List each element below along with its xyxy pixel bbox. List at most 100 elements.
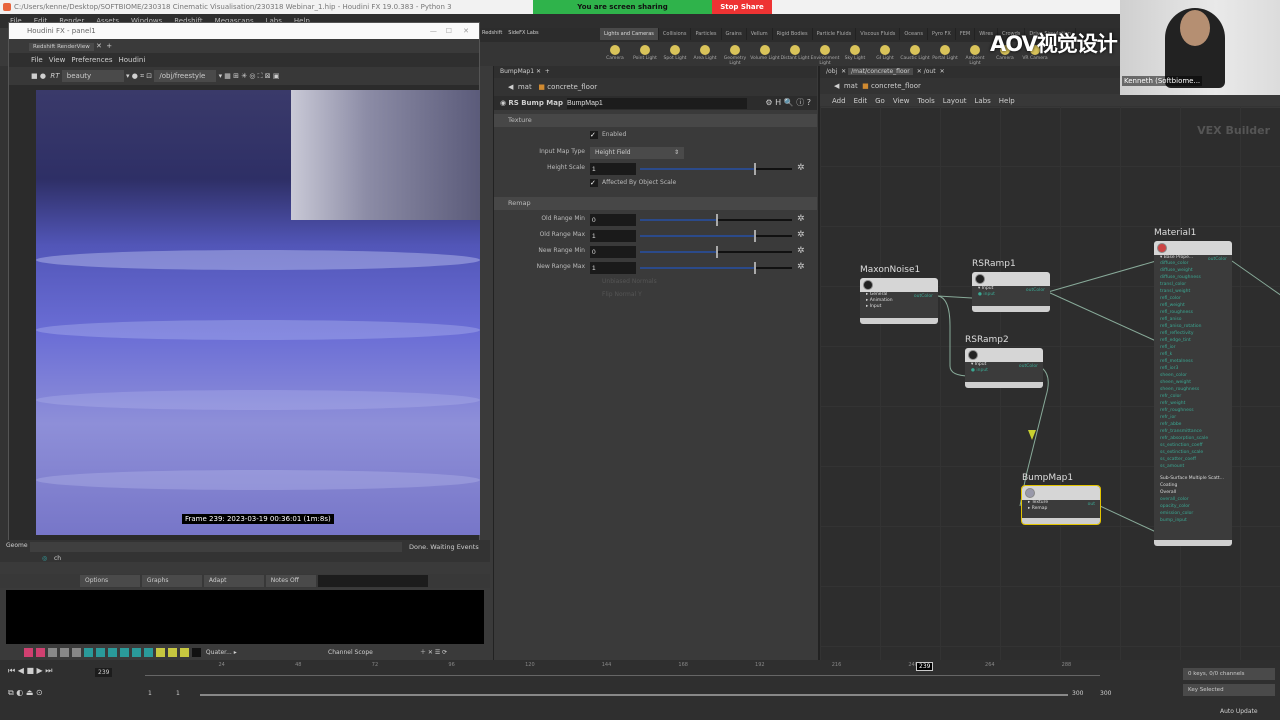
tab-bumpmap1[interactable]: BumpMap1 <box>500 68 534 75</box>
shelf-tool[interactable]: Environment Light <box>810 42 840 66</box>
material-input-port[interactable]: refr_color <box>1154 393 1232 400</box>
channel-swatch[interactable] <box>60 648 69 657</box>
input-map-type-dropdown[interactable]: Height Field ⇕ <box>590 147 684 159</box>
shelf-tab[interactable]: Pyro FX <box>928 28 956 40</box>
channel-swatch[interactable] <box>36 648 45 657</box>
material-input-port[interactable]: sheen_weight <box>1154 379 1232 386</box>
material-input-port[interactable]: refr_transmittance <box>1154 428 1232 435</box>
menu-item[interactable]: Houdini <box>119 56 146 64</box>
channel-swatch[interactable] <box>120 648 129 657</box>
node-maxonnoise1[interactable]: MaxonNoise1 ▸ General ▸ Animation ▸ Inpu… <box>860 265 938 324</box>
channel-swatch[interactable] <box>168 648 177 657</box>
menu-item[interactable]: File <box>31 56 43 64</box>
slider-knob[interactable] <box>716 246 718 258</box>
shelf-tab[interactable]: SideFX Labs <box>508 30 538 36</box>
shelf-tool[interactable]: Spot Light <box>660 42 690 61</box>
material-input-port[interactable]: refl_ior3 <box>1154 365 1232 372</box>
material-input-port[interactable]: ss_amount <box>1154 463 1232 470</box>
material-input-port[interactable]: sheen_roughness <box>1154 386 1232 393</box>
param-field[interactable] <box>590 214 636 226</box>
port-outcolor[interactable]: outColor <box>1026 288 1045 293</box>
playback-options[interactable]: ⧉ ◐ ⏏ ⊙ <box>8 688 43 698</box>
shelf-tool[interactable]: Geometry Light <box>720 42 750 66</box>
shelf-tool[interactable]: Area Light <box>690 42 720 61</box>
channel-swatch[interactable] <box>108 648 117 657</box>
stop-share-button[interactable]: Stop Share <box>712 0 772 14</box>
height-scale-field[interactable] <box>590 163 636 175</box>
material-input-port[interactable]: refl_k <box>1154 351 1232 358</box>
auto-update-toggle[interactable]: Auto Update <box>1220 708 1258 715</box>
material-input-port[interactable]: refl_ior <box>1154 344 1232 351</box>
command-field[interactable]: ch <box>54 555 61 562</box>
slider-knob[interactable] <box>754 262 756 274</box>
affected-by-object-scale-checkbox[interactable]: ✓ <box>590 179 598 187</box>
material-input-port[interactable]: refl_metalness <box>1154 358 1232 365</box>
gear-icon[interactable]: ✲ <box>797 214 805 224</box>
quaternion-menu[interactable]: Quater... <box>206 649 232 656</box>
material-input-port[interactable]: opacity_color <box>1154 503 1232 510</box>
material-input-port[interactable]: overall_color <box>1154 496 1232 503</box>
param-field[interactable] <box>590 262 636 274</box>
shelf-tool[interactable]: Caustic Light <box>900 42 930 61</box>
param-field[interactable] <box>590 230 636 242</box>
material-input-port[interactable]: sheen_color <box>1154 372 1232 379</box>
material-input-port[interactable]: refr_abbe <box>1154 421 1232 428</box>
shelf-tab[interactable]: Grains <box>722 28 747 40</box>
adapt-dropdown[interactable]: Adapt <box>203 574 264 587</box>
channel-swatch[interactable] <box>72 648 81 657</box>
slider-knob[interactable] <box>716 214 718 226</box>
node-name-input[interactable] <box>566 98 747 109</box>
shelf-tool[interactable]: Ambient Light <box>960 42 990 66</box>
material-input-port[interactable]: ss_scatter_coeff <box>1154 456 1232 463</box>
path-mat[interactable]: mat <box>518 83 532 91</box>
port-outcolor[interactable]: outColor <box>1208 257 1227 262</box>
port-out[interactable]: out <box>1088 502 1095 507</box>
rt-toggle[interactable]: RT <box>50 72 59 80</box>
shelf-tab[interactable]: Lights and Cameras <box>600 28 659 40</box>
channel-filter-input[interactable] <box>317 574 428 587</box>
menu-item[interactable]: Preferences <box>71 56 112 64</box>
material-input-port[interactable]: transl_color <box>1154 281 1232 288</box>
texture-section[interactable]: Texture <box>494 114 817 127</box>
material-input-port[interactable]: ss_extinction_coeff <box>1154 442 1232 449</box>
aov-dropdown[interactable]: beauty <box>61 70 124 82</box>
keys-dropdown[interactable]: 0 keys, 0/0 channels <box>1183 668 1275 680</box>
gear-icon[interactable]: ✲ <box>797 163 805 173</box>
key-selected-dropdown[interactable]: Key Selected <box>1183 684 1275 696</box>
shelf-tab[interactable]: Viscous Fluids <box>856 28 901 40</box>
shelf-tab[interactable]: Particles <box>691 28 722 40</box>
current-frame-field[interactable]: 239 <box>95 668 113 677</box>
shelf-tool[interactable]: Volume Light <box>750 42 780 61</box>
height-scale-slider[interactable] <box>640 163 792 175</box>
enabled-checkbox[interactable]: ✓ <box>590 131 598 139</box>
channel-swatch[interactable] <box>144 648 153 657</box>
material-input-port[interactable]: diffuse_weight <box>1154 267 1232 274</box>
material-input-port[interactable]: refr_ior <box>1154 414 1232 421</box>
shelf-tab[interactable]: FEM <box>956 28 976 40</box>
path-concrete-floor[interactable]: concrete_floor <box>547 83 597 91</box>
material-input-port[interactable]: ss_extinction_scale <box>1154 449 1232 456</box>
node-material1[interactable]: Material1 ▾ Base Prope... outColor diffu… <box>1154 228 1232 546</box>
channel-swatch[interactable] <box>132 648 141 657</box>
material-input-port[interactable]: refr_weight <box>1154 400 1232 407</box>
slider-knob[interactable] <box>754 230 756 242</box>
shelf-tool[interactable]: Portal Light <box>930 42 960 61</box>
shelf-tab[interactable]: Oceans <box>900 28 928 40</box>
slider-knob[interactable] <box>754 163 756 175</box>
material-input-port[interactable]: refl_aniso_rotation <box>1154 323 1232 330</box>
shelf-tool[interactable]: GI Light <box>870 42 900 61</box>
gear-icon[interactable]: ✲ <box>797 230 805 240</box>
channel-swatch[interactable] <box>24 648 33 657</box>
shelf-tool[interactable]: Sky Light <box>840 42 870 61</box>
end-frame[interactable]: 300 <box>1100 690 1111 697</box>
material-input-port[interactable]: bump_input <box>1154 517 1232 524</box>
channel-swatch[interactable] <box>192 648 201 657</box>
shelf-tool[interactable]: Point Light <box>630 42 660 61</box>
material-input-port[interactable]: emission_color <box>1154 510 1232 517</box>
param-slider[interactable] <box>640 214 792 226</box>
param-field[interactable] <box>590 246 636 258</box>
node-rsramp2[interactable]: RSRamp2 ▾ Input ● input outColor <box>965 335 1043 388</box>
shelf-tab[interactable]: Vellum <box>747 28 773 40</box>
channel-graph[interactable] <box>6 590 484 644</box>
channel-swatch[interactable] <box>96 648 105 657</box>
